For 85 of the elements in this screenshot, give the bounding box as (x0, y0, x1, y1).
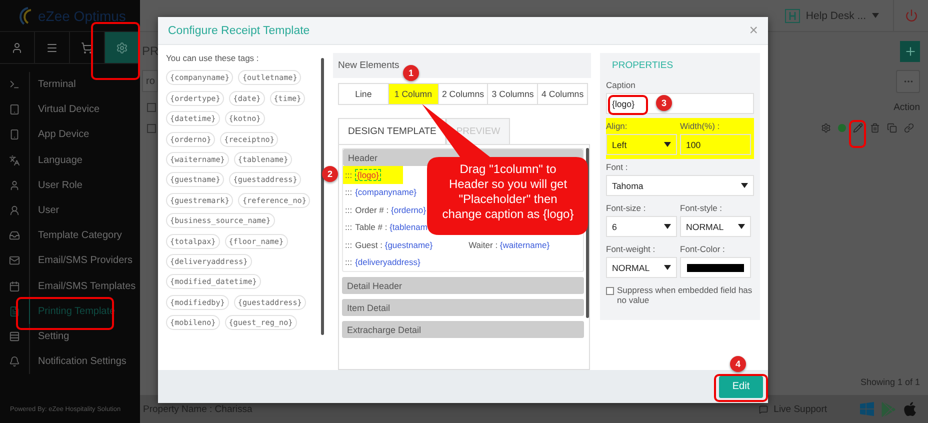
settings-icon[interactable] (821, 123, 831, 133)
drag-handle[interactable]: ::: (345, 187, 352, 198)
more-button[interactable] (896, 70, 920, 92)
highlight-frame (91, 22, 140, 80)
template-field[interactable]: Table # : {tablenam (355, 222, 428, 232)
tablet-icon (9, 104, 20, 116)
envelope-icon (9, 255, 20, 266)
edit-button[interactable]: Edit (719, 376, 763, 398)
element-button[interactable]: 1 Column (388, 84, 439, 104)
field-label: Align: (606, 120, 628, 133)
color-picker[interactable] (680, 257, 751, 278)
caret-icon (664, 142, 671, 147)
helpdesk-icon (784, 8, 800, 22)
select-field[interactable]: 6 (606, 216, 677, 237)
template-field[interactable]: {deliveryaddress} (355, 257, 420, 268)
checkbox-label: Suppress when embedded field has no value (617, 285, 754, 306)
link-icon[interactable] (904, 123, 914, 133)
field-label: Caption (606, 79, 636, 92)
checkbox[interactable] (606, 287, 614, 295)
section-header[interactable]: Detail Header (342, 277, 584, 294)
trash-icon[interactable] (870, 123, 880, 133)
rows-icon (9, 330, 20, 342)
template-field[interactable]: Waiter : {waitername} (468, 240, 550, 250)
highlight-frame (714, 374, 768, 402)
drag-handle[interactable]: ::: (345, 240, 352, 250)
user-icon (11, 42, 23, 54)
add-button[interactable] (900, 40, 920, 62)
drag-handle[interactable]: ::: (345, 204, 352, 215)
scrollbar[interactable] (321, 58, 324, 335)
column-header: Action (894, 102, 920, 112)
user-icon (9, 205, 20, 216)
caret-icon (664, 265, 671, 270)
bell-icon (9, 356, 20, 368)
highlight-frame (608, 95, 648, 115)
dialog-title: Configure Receipt Template (168, 24, 310, 36)
caret-icon (738, 224, 745, 229)
checkbox[interactable] (147, 124, 156, 132)
cart-icon (81, 42, 93, 54)
tags-intro: You can use these tags : (166, 53, 260, 63)
section-header[interactable]: Item Detail (342, 299, 584, 316)
template-field[interactable]: Guest : {guestname} (355, 240, 433, 250)
field-label: Font-size : (606, 202, 647, 215)
person-icon (9, 180, 20, 191)
sidebar-tab[interactable] (105, 32, 140, 63)
checkbox[interactable] (147, 102, 156, 112)
template-field[interactable]: Order # : {orderno} (355, 204, 426, 215)
field-label: Font-style : (680, 202, 724, 215)
document-icon (9, 306, 20, 317)
app-logo: eZee Optimus (38, 8, 126, 24)
inbox-icon (9, 230, 20, 242)
select-field[interactable]: NORMAL (680, 216, 751, 237)
calendar-icon (9, 280, 20, 292)
pencil-icon[interactable] (853, 123, 863, 133)
settings-icon (116, 42, 128, 54)
field-label: Font-Color : (680, 243, 726, 256)
input-field[interactable]: 100 (680, 134, 751, 155)
phone-icon (9, 129, 20, 140)
select-field[interactable]: Tahoma (606, 175, 754, 196)
caret-icon (872, 13, 879, 18)
field-label: Font-weight : (606, 243, 656, 256)
status-dot (838, 124, 846, 132)
select-field[interactable]: Left (606, 134, 677, 155)
template-field[interactable]: {logo} (355, 170, 381, 180)
tab[interactable]: DESIGN TEMPLATE (338, 118, 446, 144)
chat-icon (758, 404, 768, 414)
properties-title: PROPERTIES (611, 58, 674, 72)
language-icon (9, 154, 20, 166)
field-label: Font : (606, 161, 629, 174)
template-field[interactable]: {companyname} (355, 187, 417, 198)
caret-icon (741, 183, 748, 188)
drag-handle[interactable]: ::: (345, 222, 352, 232)
callout-tooltip-text: Drag "1column" to Header so you will get "Placeholder" then change caption as {logo} (441, 162, 575, 222)
highlight-frame (849, 120, 866, 148)
field-label: Width(%) : (680, 120, 721, 133)
copy-icon[interactable] (887, 123, 897, 133)
plus-icon (904, 44, 916, 58)
terminal-icon (9, 79, 20, 90)
section-header[interactable]: Extracharge Detail (342, 321, 584, 338)
apple-icon[interactable] (902, 401, 918, 417)
drag-handle[interactable]: ::: (345, 170, 352, 180)
drag-handle[interactable]: ::: (345, 257, 352, 268)
menu-icon (46, 42, 58, 54)
select-field[interactable]: NORMAL (606, 257, 677, 278)
caret-icon (664, 224, 671, 229)
power-icon[interactable] (904, 9, 918, 22)
